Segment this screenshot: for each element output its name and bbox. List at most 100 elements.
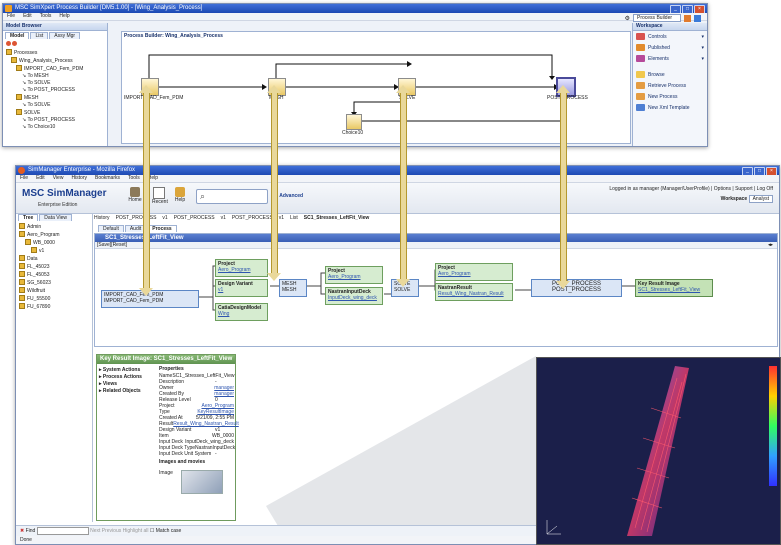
remove-icon[interactable] (12, 41, 18, 46)
tab-list[interactable]: List (30, 32, 49, 39)
tree-item[interactable]: ↘ To SOLVE (6, 80, 107, 87)
menu-help[interactable]: Help (59, 13, 69, 20)
folder-icon (19, 279, 25, 285)
tree-item[interactable]: Aero_Program (19, 231, 92, 239)
tree-item[interactable]: ↘ To Choice10 (6, 124, 107, 131)
tree-item[interactable]: WB_0000 (19, 239, 92, 247)
tree-item[interactable]: ↘ To POST_PROCESS (6, 117, 107, 124)
controls-combo[interactable]: Controls ▾ (633, 31, 707, 42)
browse-action[interactable]: Browse (633, 69, 707, 80)
flow-node-mesh[interactable]: MESH MESH (279, 279, 307, 297)
match-case-checkbox[interactable]: ☐ Match case (150, 528, 181, 534)
history-item[interactable]: SC1_Stresses_LeftFit_View (304, 214, 370, 222)
flow-node-project-2[interactable]: Project Aero_Program (325, 266, 383, 284)
legend-strip (769, 366, 777, 486)
tree-item[interactable]: Processes (6, 49, 107, 57)
new-process-action[interactable]: New Process (633, 91, 707, 102)
find-input[interactable] (36, 526, 89, 535)
pb-node-choice-label: Choice10 (342, 130, 364, 136)
find-next[interactable]: Next (90, 528, 100, 534)
process-actions[interactable]: ▸ Process Actions (99, 374, 159, 381)
history-item[interactable]: v1 (221, 214, 226, 222)
tree-item[interactable]: FU_67890 (19, 303, 92, 311)
history-item[interactable]: POST_PROCESS (232, 214, 273, 222)
views[interactable]: ▸ Views (99, 381, 159, 388)
toolbar-icon[interactable]: ⚙ (625, 15, 630, 22)
tree-item[interactable]: Wing_Analysis_Process (6, 57, 107, 65)
tab-process[interactable]: Process (147, 225, 177, 232)
tree-item[interactable]: IMPORT_CAD_Fem_PDM (6, 65, 107, 73)
flow-node-cad-model[interactable]: CatiaDesignModel Wing (215, 303, 268, 321)
close-find-icon[interactable]: ✖ (20, 528, 24, 534)
pb-node-import-label: IMPORT_CAD_Fem_PDM (124, 95, 184, 101)
menu-file[interactable]: File (7, 13, 15, 20)
tree-item[interactable]: ↘ To SOLVE (6, 102, 107, 109)
flow-node-post[interactable]: POST_PROCESS POST_PROCESS (531, 279, 622, 297)
flow-node-project-3[interactable]: Project Aero_Program (435, 263, 513, 281)
find-previous[interactable]: Previous (102, 528, 121, 534)
highlight-all[interactable]: Highlight all (123, 528, 149, 534)
history-bar: History POST_PROCESS v1 POST_PROCESS v1 … (94, 214, 779, 222)
menu-edit[interactable]: Edit (23, 13, 32, 20)
flow-node-nastran-deck[interactable]: NastranInputDeck InputDeck_wing_deck (325, 287, 383, 305)
menu-edit[interactable]: Edit (36, 175, 45, 182)
help-button[interactable]: Help (173, 187, 187, 203)
model-browser-title: Model Browser (3, 23, 107, 31)
menu-tools[interactable]: Tools (128, 175, 140, 182)
flow-node-project-1[interactable]: Project Aero_Program (215, 259, 268, 277)
menu-tools[interactable]: Tools (40, 13, 52, 20)
system-actions[interactable]: ▸ System Actions (99, 367, 159, 374)
tree-item[interactable]: FL_45053 (19, 271, 92, 279)
recent-button[interactable]: Recent (152, 187, 168, 205)
new-xml-template-action[interactable]: New Xml Template (633, 102, 707, 113)
workspace-selector[interactable]: Workspace Analyst (721, 195, 773, 203)
search-icon: ⌕ (200, 191, 206, 201)
tree-item[interactable]: FL_45023 (19, 263, 92, 271)
flow-node-design-variant[interactable]: Design Variant v1 (215, 279, 268, 297)
process-icon (11, 57, 17, 63)
node-icon (16, 94, 22, 100)
flow-node-nastran-result[interactable]: NastranResult Result_Wing_Nastran_Result (435, 283, 513, 301)
related-objects[interactable]: ▸ Related Objects (99, 388, 159, 395)
tree-item[interactable]: Data (19, 255, 92, 263)
builder-titlebar: MSC SimXpert Process Builder [DM5.1.00] … (3, 4, 707, 14)
history-item[interactable]: List (290, 214, 298, 222)
tree-item[interactable]: ↘ To POST_PROCESS (6, 87, 107, 94)
home-icon[interactable] (684, 14, 691, 22)
tree-item[interactable]: SG_56023 (19, 279, 92, 287)
tab-tree[interactable]: Tree (18, 214, 39, 221)
process-builder-combo[interactable]: Process Builder (633, 14, 681, 22)
tab-data-view[interactable]: Data View (39, 214, 72, 221)
tree-item[interactable]: Wildfruit (19, 287, 92, 295)
home-button[interactable]: Home (128, 187, 142, 203)
published-combo[interactable]: Published ▾ (633, 42, 707, 53)
image-label: Image (159, 470, 173, 476)
tab-model[interactable]: Model (5, 32, 30, 39)
help-icon[interactable] (694, 14, 701, 22)
flow-node-key-result[interactable]: Key Result Image SC1_Stresses_LeftFit_Vie… (635, 279, 713, 297)
tree-item[interactable]: SOLVE (6, 109, 107, 117)
menu-bookmarks[interactable]: Bookmarks (95, 175, 120, 182)
tree-item[interactable]: FU_55500 (19, 295, 92, 303)
login-text[interactable]: Logged in as manager (Manager/UserProfil… (609, 186, 773, 192)
tree-item[interactable]: Admin (19, 223, 92, 231)
menu-view[interactable]: View (53, 175, 64, 182)
tab-default[interactable]: Default (98, 225, 124, 232)
elements-combo[interactable]: Elements ▾ (633, 53, 707, 64)
history-item[interactable]: v1 (162, 214, 167, 222)
pb-node-choice[interactable] (346, 114, 362, 130)
tree-item[interactable]: v1 (19, 247, 92, 255)
tab-assy-mgr[interactable]: Assy Mgr (49, 32, 81, 39)
retrieve-process-action[interactable]: Retrieve Process (633, 80, 707, 91)
history-item[interactable]: v1 (279, 214, 284, 222)
search-box[interactable]: ⌕ (196, 189, 268, 204)
tree-item[interactable]: ↘ To MESH (6, 73, 107, 80)
workspace-panel: Workspace Controls ▾ Published ▾ Elements ▾… (632, 23, 707, 146)
menu-history[interactable]: History (71, 175, 87, 182)
menu-file[interactable]: File (20, 175, 28, 182)
left-tabs: Tree Data View (16, 214, 92, 221)
add-icon[interactable] (6, 41, 11, 46)
history-item[interactable]: POST_PROCESS (116, 214, 157, 222)
history-item[interactable]: POST_PROCESS (174, 214, 215, 222)
tree-item[interactable]: MESH (6, 94, 107, 102)
